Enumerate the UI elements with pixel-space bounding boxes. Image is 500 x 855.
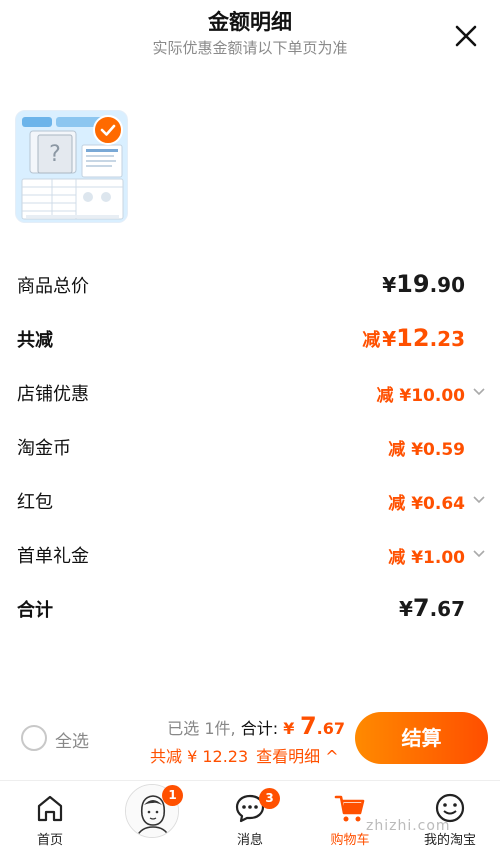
sum-row: 合计 ¥7.67 xyxy=(17,592,487,628)
svg-text:?: ? xyxy=(49,142,61,167)
currency-symbol: ¥ xyxy=(382,327,397,351)
discount-integer: 12 xyxy=(396,324,430,352)
select-all-radio[interactable] xyxy=(21,725,47,751)
currency-symbol: ¥ xyxy=(283,719,295,738)
page-title: 金额明细 xyxy=(208,10,292,34)
total-integer: 7 xyxy=(299,712,317,740)
close-icon[interactable] xyxy=(452,22,480,50)
total-discount-row: 共减 减 ¥12.23 xyxy=(17,322,487,358)
discount-summary: 共减 ¥ 12.23 查看明细 ^ xyxy=(150,743,339,767)
hongbao-row[interactable]: 红包 减 ¥0.64 xyxy=(17,484,487,520)
notification-badge: 1 xyxy=(162,785,183,806)
total-discount-value: 减 ¥12.23 xyxy=(362,324,465,352)
hongbao-label: 红包 xyxy=(17,492,53,513)
sum-label: 合计 xyxy=(17,600,53,621)
hongbao-value: 减 ¥0.64 xyxy=(388,494,465,514)
taojinbi-row: 淘金币 减 ¥0.59 xyxy=(17,430,487,466)
sum-integer: 7 xyxy=(412,594,430,622)
selected-check-icon[interactable] xyxy=(93,115,123,145)
tab-messages-label: 消息 xyxy=(236,833,263,848)
first-order-value: 减 ¥1.00 xyxy=(388,548,465,568)
header: 金额明细 实际优惠金额请以下单页为准 xyxy=(0,0,500,70)
total-decimal: .67 xyxy=(316,719,345,738)
taojinbi-value: 减 ¥0.59 xyxy=(388,440,465,460)
cart-icon xyxy=(334,795,365,822)
checkout-button[interactable]: 结算 xyxy=(355,712,488,764)
home-icon xyxy=(37,795,63,822)
shop-discount-value: 减 ¥10.00 xyxy=(376,386,465,406)
product-thumbnail[interactable]: ? xyxy=(15,110,128,223)
select-all-label[interactable]: 全选 xyxy=(55,727,89,752)
total-discount-label: 共减 xyxy=(17,330,53,351)
discount-prefix: 减 xyxy=(362,330,381,351)
watermark: zhizhi.com xyxy=(366,818,451,834)
first-order-row[interactable]: 首单礼金 减 ¥1.00 xyxy=(17,538,487,574)
taojinbi-label: 淘金币 xyxy=(17,438,71,459)
tab-messages[interactable]: 3 消息 xyxy=(200,787,300,852)
total-price-label: 商品总价 xyxy=(17,276,89,297)
chevron-down-icon[interactable] xyxy=(471,492,487,508)
checkout-bar: 全选 已选 1件, 合计: ¥ 7.67 共减 ¥ 12.23 查看明细 ^ 结算 xyxy=(0,700,500,778)
page-subtitle: 实际优惠金额请以下单页为准 xyxy=(152,39,348,57)
discount-text: 共减 ¥ 12.23 xyxy=(150,747,249,766)
tab-avatar[interactable]: 1 xyxy=(100,784,200,852)
discount-decimal: .23 xyxy=(429,327,465,351)
first-order-label: 首单礼金 xyxy=(17,546,89,567)
message-badge: 3 xyxy=(259,788,280,809)
total-price-value: ¥19.90 xyxy=(382,270,465,298)
price-integer: 19 xyxy=(396,270,430,298)
price-decimal: .90 xyxy=(429,273,465,297)
total-price-row: 商品总价 ¥19.90 xyxy=(17,268,487,304)
sum-decimal: .67 xyxy=(429,597,465,621)
tab-home-label: 首页 xyxy=(36,833,63,848)
currency-symbol: ¥ xyxy=(398,597,413,621)
chevron-down-icon[interactable] xyxy=(471,384,487,400)
chevron-down-icon[interactable] xyxy=(471,546,487,562)
shop-discount-row[interactable]: 店铺优惠 减 ¥10.00 xyxy=(17,376,487,412)
currency-symbol: ¥ xyxy=(382,273,397,297)
view-detail-link[interactable]: 查看明细 ^ xyxy=(256,747,339,766)
selection-summary: 已选 1件, 合计: ¥ 7.67 xyxy=(167,712,345,740)
shop-discount-label: 店铺优惠 xyxy=(17,384,89,405)
sum-value: ¥7.67 xyxy=(399,594,465,622)
selected-count: 已选 1件, xyxy=(167,719,236,738)
total-amount: ¥ 7.67 xyxy=(283,712,345,740)
tab-home[interactable]: 首页 xyxy=(0,787,100,852)
total-label: 合计: xyxy=(240,719,279,738)
